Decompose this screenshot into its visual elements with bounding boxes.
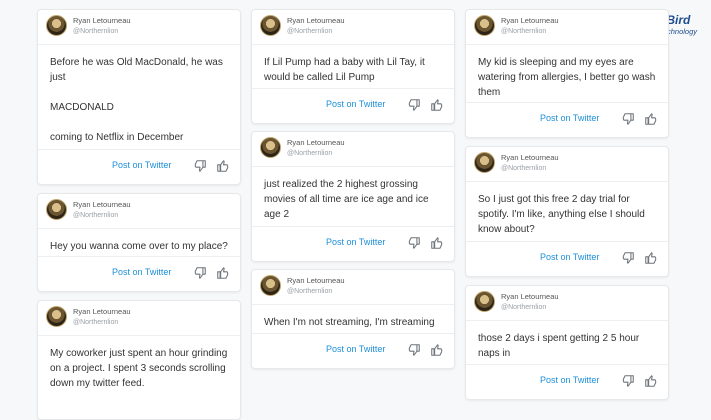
author-handle: @Northernlion	[501, 304, 547, 311]
tweet-card: Ryan Letourneau @Northernlion My kid is …	[465, 9, 669, 138]
tweet-header: Ryan Letourneau @Northernlion	[466, 147, 668, 182]
tweet-header: Ryan Letourneau @Northernlion	[252, 270, 454, 305]
tweet-header: Ryan Letourneau @Northernlion	[38, 10, 240, 45]
tweet-text: My coworker just spent an hour grinding …	[38, 336, 240, 399]
author-name: Ryan Letourneau	[501, 292, 559, 301]
thumbs-up-icon[interactable]	[430, 236, 444, 250]
tweet-paragraph: My coworker just spent an hour grinding …	[50, 348, 228, 389]
avatar[interactable]	[46, 306, 67, 327]
author-name: Ryan Letourneau	[287, 276, 345, 285]
tweet-header: Ryan Letourneau @Northernlion	[38, 194, 240, 229]
tweet-header: Ryan Letourneau @Northernlion	[466, 286, 668, 321]
avatar[interactable]	[46, 15, 67, 36]
author-handle: @Northernlion	[73, 319, 119, 326]
tweet-card: Ryan Letourneau @Northernlion If Lil Pum…	[251, 9, 455, 124]
tweet-text: So I just got this free 2 day trial for …	[466, 182, 668, 245]
tweet-card: Ryan Letourneau @Northernlion just reali…	[251, 131, 455, 262]
tweet-footer: Post on Twitter	[466, 102, 668, 137]
post-on-twitter-link[interactable]: Post on Twitter	[326, 99, 385, 109]
author-name: Ryan Letourneau	[73, 200, 131, 209]
tweet-paragraph: So I just got this free 2 day trial for …	[478, 194, 645, 235]
thumbs-up-icon[interactable]	[644, 112, 658, 126]
author-name: Ryan Letourneau	[73, 16, 131, 25]
thumbs-up-icon[interactable]	[216, 159, 230, 173]
avatar[interactable]	[260, 275, 281, 296]
tweet-paragraph: My kid is sleeping and my eyes are water…	[478, 57, 656, 98]
author-handle: @Northernlion	[501, 165, 547, 172]
tweet-footer: Post on Twitter	[252, 226, 454, 261]
thumbs-down-icon[interactable]	[621, 112, 635, 126]
author-name: Ryan Letourneau	[287, 16, 345, 25]
post-on-twitter-link[interactable]: Post on Twitter	[112, 267, 171, 277]
thumbs-down-icon[interactable]	[621, 374, 635, 388]
author-name: Ryan Letourneau	[501, 153, 559, 162]
tweet-footer: Post on Twitter	[38, 256, 240, 291]
post-on-twitter-link[interactable]: Post on Twitter	[540, 252, 599, 262]
tweet-text: If Lil Pump had a baby with Lil Tay, it …	[252, 45, 454, 93]
post-on-twitter-link[interactable]: Post on Twitter	[326, 344, 385, 354]
tweet-card: Ryan Letourneau @Northernlion those 2 da…	[465, 285, 669, 400]
tweet-paragraph: just realized the 2 highest grossing mov…	[264, 179, 429, 220]
thumbs-down-icon[interactable]	[621, 251, 635, 265]
thumbs-up-icon[interactable]	[644, 251, 658, 265]
tweet-header: Ryan Letourneau @Northernlion	[466, 10, 668, 45]
author-handle: @Northernlion	[287, 28, 333, 35]
author-handle: @Northernlion	[73, 28, 119, 35]
tweet-text: those 2 days i spent getting 2 5 hour na…	[466, 321, 668, 369]
tweet-header: Ryan Letourneau @Northernlion	[38, 301, 240, 336]
thumbs-down-icon[interactable]	[407, 98, 421, 112]
tweet-header: Ryan Letourneau @Northernlion	[252, 10, 454, 45]
post-on-twitter-link[interactable]: Post on Twitter	[326, 237, 385, 247]
author-name: Ryan Letourneau	[73, 307, 131, 316]
post-on-twitter-link[interactable]: Post on Twitter	[540, 375, 599, 385]
tweet-card: Ryan Letourneau @Northernlion So I just …	[465, 146, 669, 277]
tweet-paragraph: Before he was Old MacDonald, he was just	[50, 57, 223, 83]
thumbs-down-icon[interactable]	[193, 159, 207, 173]
tweet-text: My kid is sleeping and my eyes are water…	[466, 45, 668, 108]
avatar[interactable]	[46, 199, 67, 220]
avatar[interactable]	[260, 137, 281, 158]
tweet-card: Ryan Letourneau @Northernlion My coworke…	[37, 300, 241, 420]
tweet-text: just realized the 2 highest grossing mov…	[252, 167, 454, 230]
tweet-card: Ryan Letourneau @Northernlion Hey you wa…	[37, 193, 241, 292]
author-handle: @Northernlion	[501, 28, 547, 35]
tweet-paragraph: When I'm not streaming, I'm streaming	[264, 317, 435, 328]
tweet-footer: Post on Twitter	[252, 333, 454, 368]
author-handle: @Northernlion	[73, 212, 119, 219]
avatar[interactable]	[474, 152, 495, 173]
author-name: Ryan Letourneau	[287, 138, 345, 147]
avatar[interactable]	[260, 15, 281, 36]
tweet-card: Ryan Letourneau @Northernlion Before he …	[37, 9, 241, 185]
avatar[interactable]	[474, 291, 495, 312]
thumbs-down-icon[interactable]	[407, 343, 421, 357]
tweet-footer: Post on Twitter	[466, 241, 668, 276]
tweet-footer: Post on Twitter	[252, 88, 454, 123]
tweet-footer: Post on Twitter	[466, 364, 668, 399]
tweet-paragraph: Hey you wanna come over to my place?	[50, 241, 228, 252]
tweet-paragraph: MACDONALD	[50, 102, 114, 113]
thumbs-down-icon[interactable]	[407, 236, 421, 250]
tweet-paragraph: coming to Netflix in December	[50, 132, 184, 143]
tweet-footer: Post on Twitter	[38, 149, 240, 184]
post-on-twitter-link[interactable]: Post on Twitter	[112, 160, 171, 170]
author-handle: @Northernlion	[287, 288, 333, 295]
tweet-header: Ryan Letourneau @Northernlion	[252, 132, 454, 167]
author-name: Ryan Letourneau	[501, 16, 559, 25]
tweet-paragraph: those 2 days i spent getting 2 5 hour na…	[478, 333, 640, 359]
tweet-paragraph: If Lil Pump had a baby with Lil Tay, it …	[264, 57, 425, 83]
thumbs-up-icon[interactable]	[430, 98, 444, 112]
thumbs-up-icon[interactable]	[644, 374, 658, 388]
thumbs-up-icon[interactable]	[216, 266, 230, 280]
tweet-card: Ryan Letourneau @Northernlion When I'm n…	[251, 269, 455, 369]
post-on-twitter-link[interactable]: Post on Twitter	[540, 113, 599, 123]
thumbs-up-icon[interactable]	[430, 343, 444, 357]
avatar[interactable]	[474, 15, 495, 36]
tweet-text: Before he was Old MacDonald, he was just…	[38, 45, 240, 153]
author-handle: @Northernlion	[287, 150, 333, 157]
thumbs-down-icon[interactable]	[193, 266, 207, 280]
